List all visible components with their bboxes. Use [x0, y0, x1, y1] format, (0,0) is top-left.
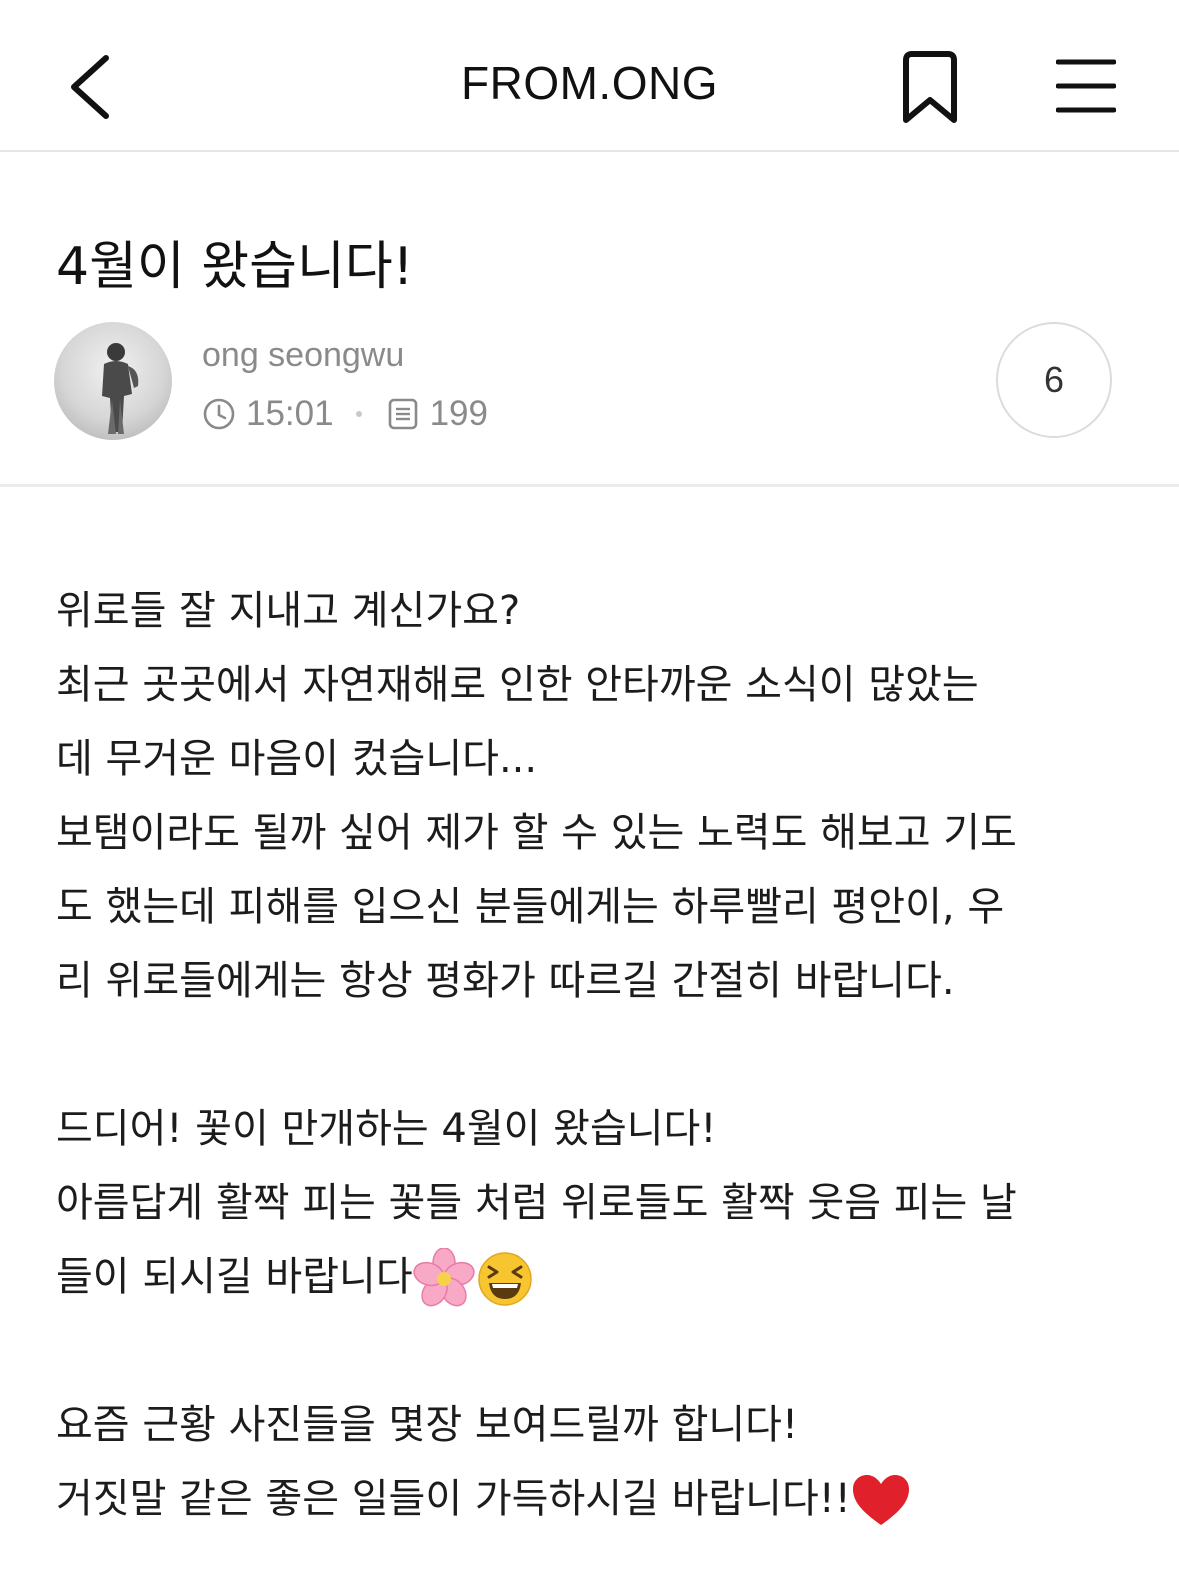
- body-line: 보탬이라도 될까 싶어 제가 할 수 있는 노력도 해보고 기도: [56, 810, 1017, 856]
- post-page: FROM.ONG 4월이 왔습니다! ong seongwu 15:01 199…: [0, 0, 1179, 1592]
- app-title: FROM.ONG: [461, 57, 718, 109]
- body-line: 도 했는데 피해를 입으신 분들에게는 하루빨리 평안이, 우: [56, 884, 1005, 930]
- top-bar: FROM.ONG: [0, 0, 1179, 152]
- menu-button[interactable]: [1055, 56, 1117, 116]
- body-text: 거짓말 같은 좋은 일들이 가득하시길 바랍니다!!: [56, 1476, 851, 1522]
- cherry-blossom-icon: [413, 1248, 475, 1307]
- body-line: 드디어! 꽃이 만개하는 4월이 왔습니다!: [56, 1106, 717, 1152]
- clock-icon: [203, 398, 235, 430]
- body-line: 요즘 근황 사진들을 몇장 보여드릴까 합니다!: [56, 1402, 799, 1448]
- red-heart-icon: [852, 1475, 909, 1525]
- grinning-squinting-face-icon: [477, 1252, 532, 1306]
- body-line-with-emoji: 들이 되시길 바랍니다: [56, 1240, 1136, 1314]
- document-icon: [388, 398, 417, 430]
- body-line: 최근 곳곳에서 자연재해로 인한 안타까운 소식이 많았는: [56, 662, 979, 708]
- post-meta: 15:01 199: [202, 394, 488, 434]
- body-line: 리 위로들에게는 항상 평화가 따르길 간절히 바랍니다.: [56, 958, 955, 1004]
- hamburger-menu-icon: [1055, 59, 1117, 113]
- comment-count: 6: [1043, 359, 1065, 400]
- header-divider: [0, 484, 1179, 487]
- body-line: 위로들 잘 지내고 계신가요?: [56, 588, 521, 634]
- avatar-photo: [102, 343, 139, 434]
- bookmark-button[interactable]: [898, 50, 962, 126]
- view-count: 199: [429, 394, 488, 433]
- body-line: 아름답게 활짝 피는 꽃들 처럼 위로들도 활짝 웃음 피는 날: [56, 1180, 1017, 1226]
- post-body: 위로들 잘 지내고 계신가요? 최근 곳곳에서 자연재해로 인한 안타까운 소식…: [56, 574, 1136, 1536]
- post-time: 15:01: [246, 394, 334, 433]
- bookmark-icon: [903, 51, 957, 123]
- post-title: 4월이 왔습니다!: [56, 237, 414, 297]
- meta-separator: [355, 411, 362, 417]
- author-name[interactable]: ong seongwu: [202, 336, 404, 375]
- author-avatar[interactable]: [54, 322, 172, 440]
- body-text: 들이 되시길 바랍니다: [56, 1254, 413, 1300]
- comment-count-button[interactable]: 6: [996, 322, 1112, 438]
- body-line-with-emoji: 거짓말 같은 좋은 일들이 가득하시길 바랍니다!!: [56, 1462, 1136, 1536]
- body-line: 데 무거운 마음이 컸습니다...: [56, 736, 538, 782]
